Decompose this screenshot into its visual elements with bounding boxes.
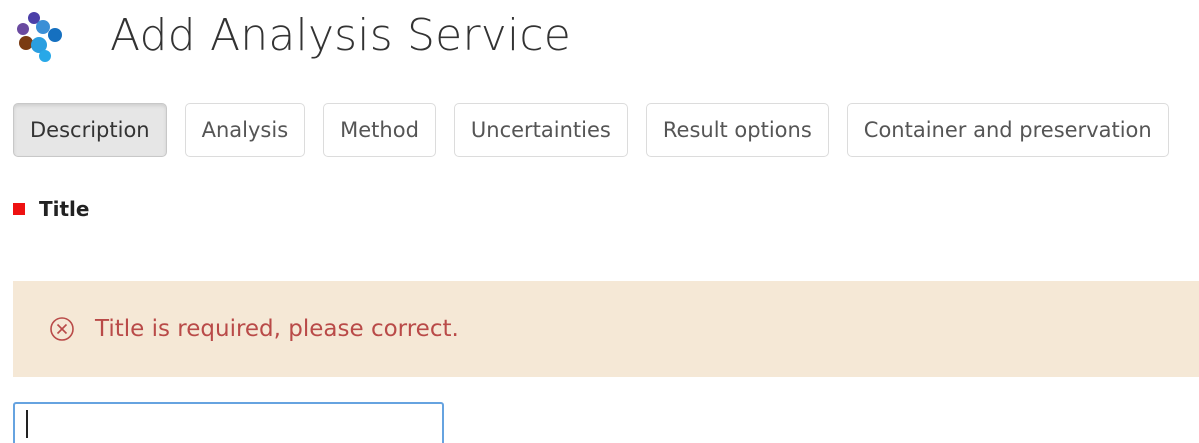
tab-bar: Description Analysis Method Uncertaintie… xyxy=(13,103,1187,157)
tab-uncertainties[interactable]: Uncertainties xyxy=(453,103,628,157)
title-label-text: Title xyxy=(39,197,90,221)
page-title: Add Analysis Service xyxy=(110,10,572,61)
tab-result-options[interactable]: Result options xyxy=(645,103,829,157)
title-input[interactable] xyxy=(13,402,444,443)
circle-x-icon xyxy=(49,316,75,342)
required-marker-icon xyxy=(13,203,25,215)
tab-container-and-preservation[interactable]: Container and preservation xyxy=(846,103,1169,157)
header: Add Analysis Service xyxy=(12,8,571,64)
tab-method[interactable]: Method xyxy=(323,103,436,157)
text-caret xyxy=(26,410,28,438)
molecule-logo-icon xyxy=(12,10,74,62)
tab-analysis[interactable]: Analysis xyxy=(184,103,306,157)
error-message: Title is required, please correct. xyxy=(95,316,459,342)
title-field-label: Title xyxy=(13,196,89,222)
tab-description[interactable]: Description xyxy=(13,103,167,157)
page: Add Analysis Service Description Analysi… xyxy=(0,0,1199,443)
error-alert: Title is required, please correct. xyxy=(13,281,1199,377)
